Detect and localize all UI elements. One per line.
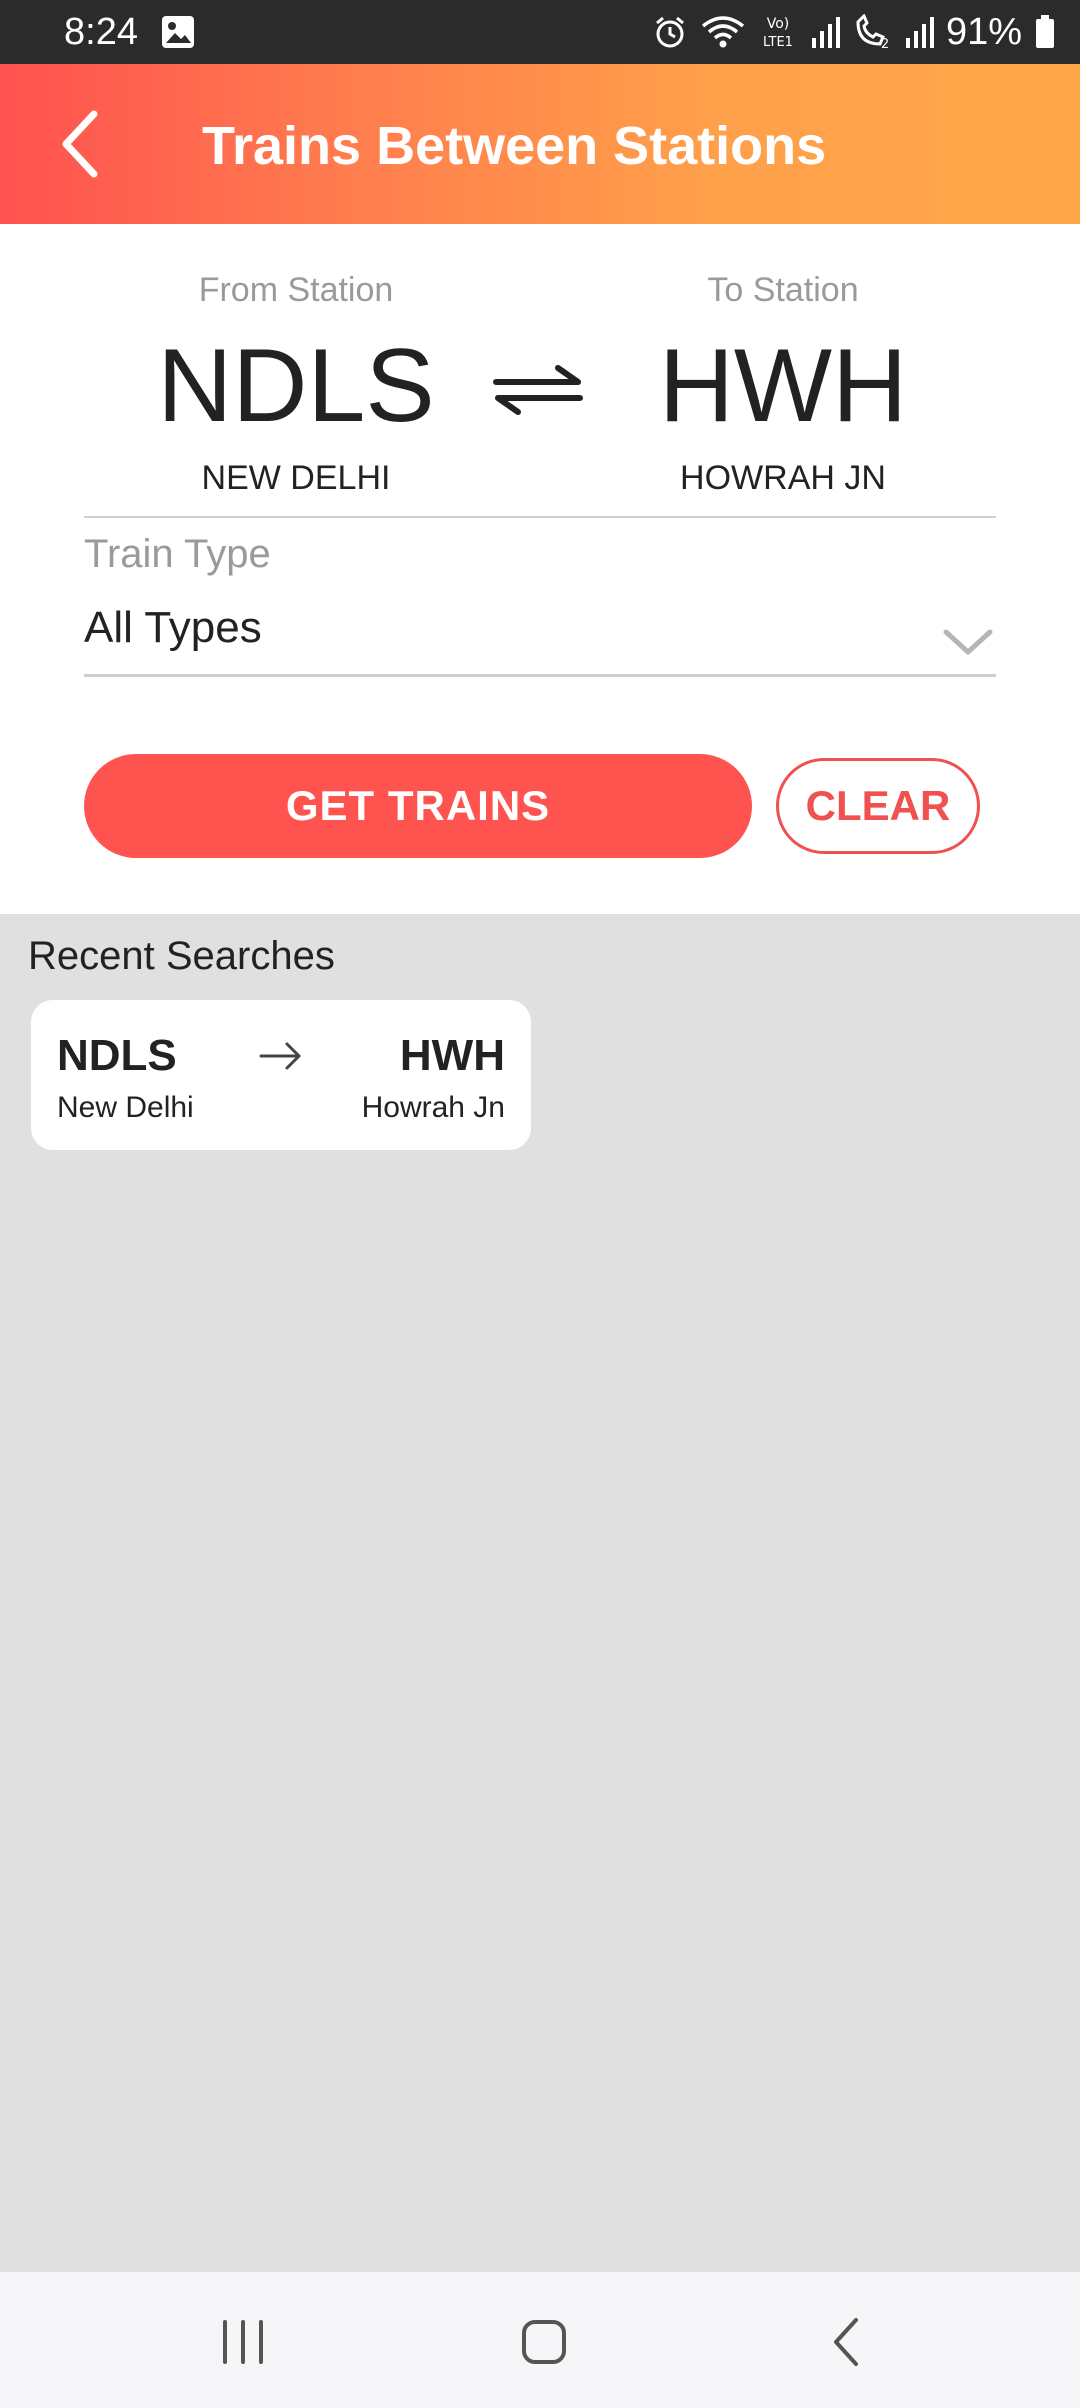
status-icons: Vo) LTE1 2 91% (652, 8, 1056, 56)
wifi-icon (701, 16, 745, 48)
recent-search-card[interactable]: NDLS New Delhi HWH Howrah Jn (31, 1000, 531, 1150)
from-station-name: NEW DELHI (201, 459, 391, 497)
recent-to-code: HWH (399, 1031, 505, 1080)
to-station-name: HOWRAH JN (680, 459, 886, 497)
train-type-underline (84, 674, 996, 677)
signal-icon (811, 17, 840, 48)
search-form: From Station NDLS NEW DELHI To Station H… (0, 224, 1080, 914)
system-nav-bar (0, 2272, 1080, 2408)
recent-from-name: New Delhi (57, 1091, 194, 1124)
recent-searches-title: Recent Searches (28, 934, 335, 978)
svg-text:2: 2 (881, 37, 889, 50)
volte-icon: Vo) LTE1 (763, 16, 793, 50)
recent-to-name: Howrah Jn (361, 1091, 505, 1124)
to-station-code[interactable]: HWH (613, 328, 953, 444)
status-bar: 8:24 Vo) LTE1 2 91% (0, 0, 1080, 64)
swap-icon[interactable] (490, 360, 586, 420)
alarm-icon (655, 16, 684, 48)
recent-apps-icon[interactable] (203, 2302, 283, 2382)
home-icon[interactable] (504, 2302, 584, 2382)
gallery-icon (162, 16, 194, 48)
back-icon[interactable] (808, 2302, 888, 2382)
back-arrow-icon[interactable] (56, 108, 104, 180)
clear-button[interactable]: CLEAR (776, 758, 980, 854)
battery-percent: 91% (945, 11, 1022, 53)
arrow-right-icon (259, 1042, 301, 1070)
divider (84, 516, 996, 518)
page-title: Trains Between Stations (202, 116, 827, 176)
train-type-label: Train Type (84, 532, 271, 576)
battery-icon (1036, 15, 1054, 48)
signal-2-icon (905, 17, 934, 48)
get-trains-button[interactable]: GET TRAINS (84, 754, 752, 858)
chevron-down-icon[interactable] (940, 624, 996, 660)
to-station-label: To Station (707, 271, 859, 309)
from-station-label: From Station (198, 271, 394, 309)
from-station-code[interactable]: NDLS (126, 328, 466, 444)
svg-text:Vo): Vo) (767, 16, 790, 32)
call-icon: 2 (856, 14, 889, 50)
train-type-select[interactable]: All Types (84, 600, 262, 656)
app-header: Trains Between Stations (0, 64, 1080, 224)
recent-from-code: NDLS (57, 1031, 177, 1080)
status-time: 8:24 (64, 11, 138, 53)
svg-text:LTE1: LTE1 (763, 35, 793, 50)
